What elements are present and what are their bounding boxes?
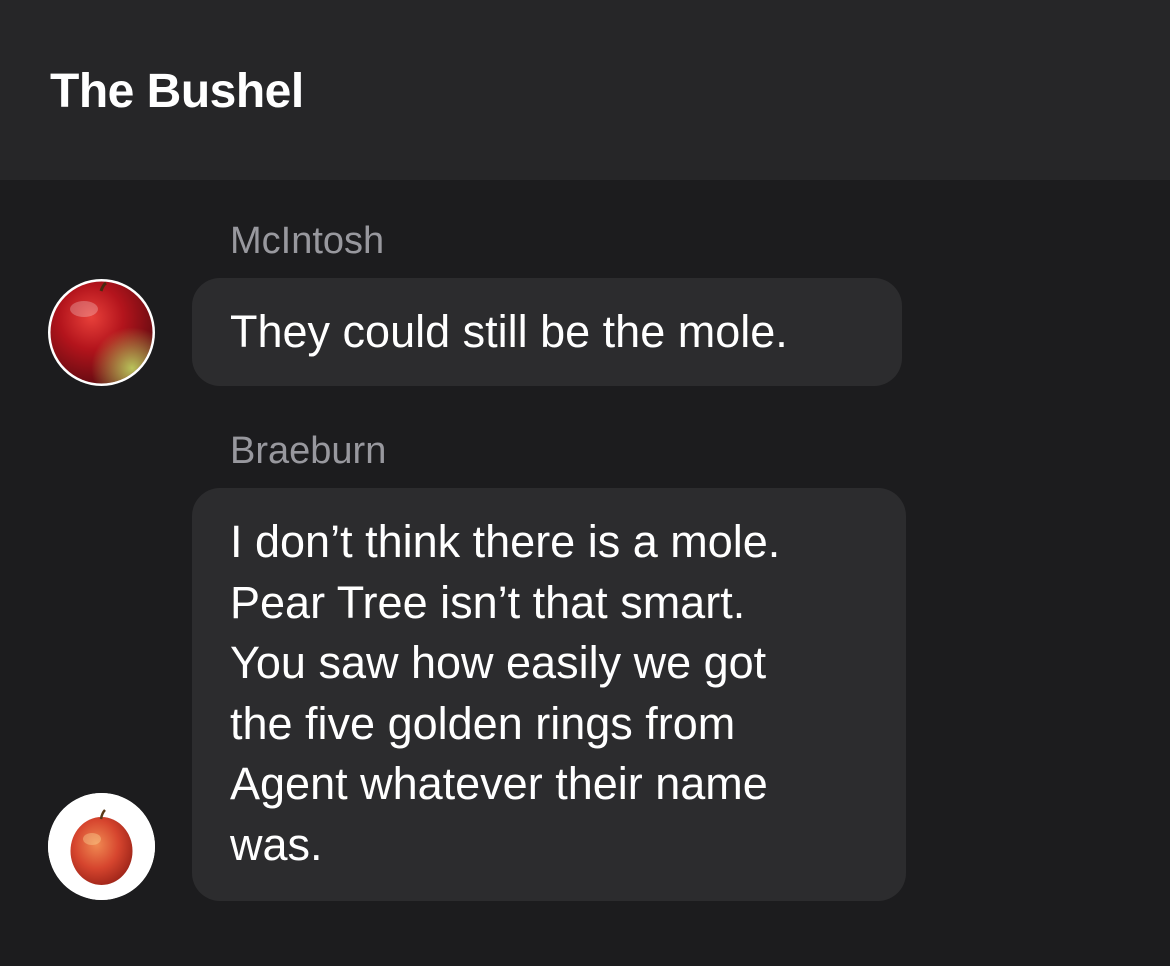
message-line: I don’t think there is a mole. [230, 516, 781, 567]
sender-name: Braeburn [230, 430, 387, 472]
avatar[interactable] [48, 793, 155, 900]
sender-name: McIntosh [230, 220, 385, 262]
message-thread[interactable]: McIntosh They could still be the mole. B… [0, 180, 1170, 966]
avatar[interactable] [48, 279, 155, 386]
red-apple-icon [50, 281, 153, 384]
message-line: You saw how easily we got [230, 637, 767, 688]
message-line: Agent whatever their name [230, 758, 768, 809]
message-text: They could still be the mole. [230, 306, 788, 357]
message-line: was. [230, 818, 323, 870]
message-bubble[interactable]: They could still be the mole. [192, 278, 902, 386]
message-line: Pear Tree isn’t that smart. [230, 576, 746, 628]
message-line: the five golden rings from [230, 697, 736, 749]
chat-header: The Bushel [0, 0, 1170, 180]
chat-title: The Bushel [50, 65, 304, 118]
red-yellow-apple-icon [48, 793, 155, 900]
message-bubble[interactable]: I don’t think there is a mole. Pear Tree… [192, 488, 906, 901]
